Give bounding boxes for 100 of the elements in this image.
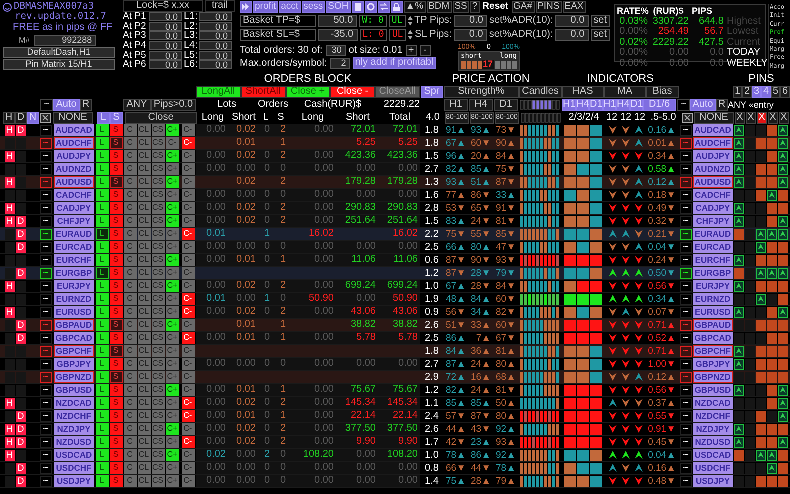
cs-button[interactable]: CS [152, 306, 164, 318]
cl-button[interactable]: CL [138, 189, 150, 201]
cs-button[interactable]: CS [152, 397, 164, 409]
trend-toggle[interactable]: ~ [680, 476, 692, 486]
template-button[interactable]: Pin Matrix 15/H1 [3, 59, 115, 70]
cs-button[interactable]: CS [152, 267, 164, 279]
adr-field[interactable]: 0.0 [555, 28, 589, 40]
lock-level-field[interactable]: 0.0 [199, 12, 232, 22]
buy-button[interactable]: L [96, 345, 108, 357]
pin-button[interactable] [778, 306, 788, 318]
c-plus-button[interactable]: C+ [166, 319, 179, 331]
trend-toggle[interactable]: ~ [677, 98, 690, 110]
symbol-button[interactable]: GBPCHF [54, 345, 94, 357]
trend-toggle[interactable]: ~ [680, 346, 692, 356]
cl-button[interactable]: CL [138, 371, 150, 383]
symbol-button[interactable]: AUDNZD [693, 163, 733, 175]
buy-button[interactable]: L [96, 280, 108, 292]
trend-toggle[interactable]: ~ [40, 476, 52, 486]
c-button[interactable]: C [124, 254, 136, 266]
sell-button[interactable]: S [110, 449, 122, 461]
pin-button[interactable] [734, 254, 744, 266]
pin-button[interactable] [734, 436, 744, 448]
sell-button[interactable]: S [110, 423, 122, 435]
buy-button[interactable]: L [96, 371, 108, 383]
trend-toggle[interactable]: ~ [680, 320, 692, 330]
c-button[interactable]: C [124, 319, 136, 331]
close-all-button[interactable]: CloseAll [375, 86, 420, 98]
cs-button[interactable]: CS [152, 345, 164, 357]
c-minus-button[interactable]: C- [182, 397, 194, 409]
pin-button[interactable] [778, 436, 788, 448]
sell-button[interactable]: S [110, 228, 122, 240]
trend-toggle[interactable]: ~ [40, 410, 52, 422]
total-orders-field[interactable]: 30 [326, 44, 346, 56]
cs-button[interactable]: CS [152, 462, 164, 474]
trend-toggle[interactable]: ~ [40, 280, 52, 292]
timeframe-toggle[interactable]: H1 [602, 98, 616, 110]
cl-button[interactable]: CL [138, 202, 150, 214]
basket-field[interactable]: -35.0 [318, 28, 358, 40]
pin-button[interactable] [734, 306, 744, 318]
cl-button[interactable]: CL [138, 358, 150, 370]
symbol-button[interactable]: EURNZD [54, 293, 94, 305]
symbol-button[interactable]: USDCAD [54, 449, 94, 461]
pin-tab[interactable]: 1 [732, 86, 742, 98]
c-button[interactable]: C [124, 332, 136, 344]
c-minus-button[interactable]: C- [182, 462, 194, 474]
adr-field[interactable]: 0.0 [555, 14, 589, 26]
buy-button[interactable]: L [96, 475, 108, 487]
symbol-button[interactable]: AUDCAD [693, 124, 733, 136]
cl-button[interactable]: CL [138, 462, 150, 474]
cl-button[interactable]: CL [138, 306, 150, 318]
toolbar-button[interactable]: GA# [512, 1, 535, 13]
pin-button[interactable] [734, 358, 744, 370]
sell-button[interactable]: S [110, 241, 122, 253]
close-profitable-button[interactable]: Close + [286, 86, 330, 98]
r-button[interactable]: R [80, 98, 92, 110]
sell-button[interactable]: S [110, 137, 122, 149]
c-minus-button[interactable]: C- [182, 475, 194, 487]
symbol-button[interactable]: GBPUSD [54, 384, 94, 396]
sell-button[interactable]: S [110, 397, 122, 409]
trend-toggle[interactable]: ~ [40, 294, 52, 304]
pin-button[interactable] [767, 268, 777, 278]
symbol-button[interactable]: USDJPY [54, 475, 94, 487]
c-plus-button[interactable]: C+ [166, 462, 179, 474]
cl-button[interactable]: CL [138, 384, 150, 396]
trend-toggle[interactable]: ~ [40, 306, 52, 318]
trend-toggle[interactable]: ~ [680, 398, 692, 408]
trend-toggle[interactable]: ~ [680, 228, 692, 240]
c-plus-button[interactable]: C+ [166, 345, 179, 357]
trend-toggle[interactable]: ~ [680, 358, 692, 370]
toolbar-button[interactable]: sess [302, 1, 326, 13]
pin-button[interactable] [767, 228, 777, 240]
c-button[interactable]: C [124, 202, 136, 214]
pips-field[interactable]: 0.0 [454, 14, 488, 26]
c-button[interactable]: C [124, 241, 136, 253]
pin-tab[interactable]: 6 [780, 86, 790, 98]
pin-button[interactable] [734, 280, 744, 292]
sell-button[interactable]: S [110, 358, 122, 370]
trend-toggle[interactable]: ~ [40, 450, 52, 460]
symbol-button[interactable]: CHFJPY [54, 215, 94, 227]
trend-toggle[interactable]: ~ [40, 150, 52, 162]
toolbar-button[interactable]: acct [279, 1, 301, 13]
trend-toggle[interactable]: ~ [680, 216, 692, 226]
sell-button[interactable]: S [110, 462, 122, 474]
c-plus-button[interactable]: C+ [166, 254, 179, 266]
trend-toggle[interactable]: ~ [40, 436, 52, 448]
symbol-filter[interactable]: NONE [53, 112, 93, 124]
trend-toggle[interactable]: ~ [40, 216, 52, 226]
trend-toggle[interactable]: ~ [680, 190, 692, 200]
c-plus-button[interactable]: C+ [166, 410, 179, 422]
symbol-button[interactable]: GBPJPY [693, 358, 733, 370]
symbol-button[interactable]: AUDJPY [693, 150, 733, 162]
symbol-button[interactable]: AUDCAD [54, 124, 94, 136]
c-minus-button[interactable]: C- [182, 202, 194, 214]
checkbox-cross-icon[interactable] [682, 112, 693, 122]
pin-button[interactable] [778, 164, 788, 174]
symbol-button[interactable]: GBPAUD [693, 319, 733, 331]
cs-button[interactable]: CS [152, 280, 164, 292]
spinner-icon[interactable] [408, 16, 413, 26]
pin-button[interactable] [778, 384, 788, 396]
trend-toggle[interactable]: ~ [680, 294, 692, 304]
